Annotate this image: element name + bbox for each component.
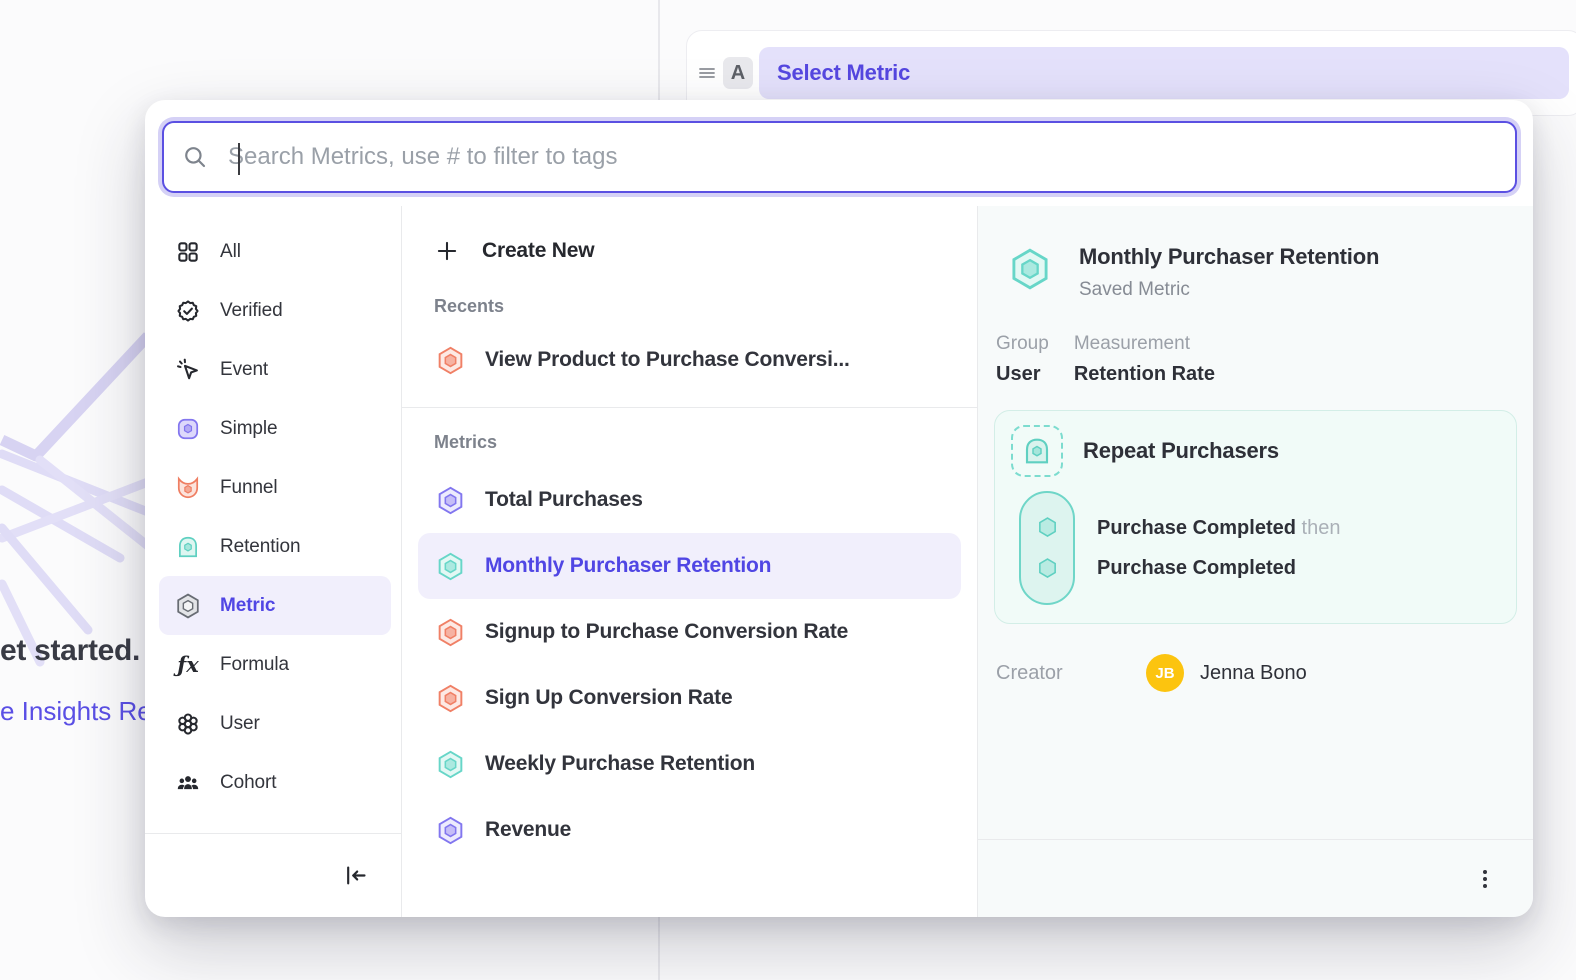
sidebar-item-label: Verified <box>220 300 283 322</box>
metric-item-label: Signup to Purchase Conversion Rate <box>485 620 848 644</box>
step-connector: then <box>1302 517 1341 539</box>
retention-metric-icon <box>435 551 466 582</box>
creator-avatar: JB <box>1146 654 1184 692</box>
sidebar-item-cohort[interactable]: Cohort <box>159 753 391 812</box>
sidebar-item-verified[interactable]: Verified <box>159 281 391 340</box>
metric-item-label: Sign Up Conversion Rate <box>485 686 732 710</box>
search-section <box>145 100 1533 206</box>
recent-item-label: View Product to Purchase Conversi... <box>485 348 850 372</box>
detail-subtitle: Saved Metric <box>1079 279 1379 301</box>
formula-icon: ƒx <box>173 650 203 680</box>
metric-item-monthly-purchaser-retention[interactable]: Monthly Purchaser Retention <box>418 533 961 599</box>
select-metric-label: Select Metric <box>777 60 910 86</box>
metric-detail-panel: Monthly Purchaser Retention Saved Metric… <box>978 206 1533 917</box>
sidebar-item-simple[interactable]: Simple <box>159 399 391 458</box>
metric-item-revenue[interactable]: Revenue <box>418 797 961 863</box>
type-filter-sidebar: All Verified <box>145 206 402 917</box>
search-input[interactable] <box>228 143 1497 171</box>
collapse-panel-icon[interactable] <box>342 862 369 889</box>
detail-title: Monthly Purchaser Retention <box>1079 244 1379 270</box>
sidebar-item-label: Cohort <box>220 772 276 794</box>
definition-step: Purchase Completed <box>1097 557 1340 580</box>
meta-label: Measurement <box>1074 333 1215 355</box>
event-hexagon-icon <box>1034 555 1061 582</box>
retention-metric-icon <box>1007 246 1053 292</box>
kebab-menu-icon[interactable] <box>1473 867 1497 891</box>
metric-item-label: Weekly Purchase Retention <box>485 752 755 776</box>
sidebar-item-label: Formula <box>220 654 289 676</box>
metric-definition-card: Repeat Purchasers Purchase Comp <box>994 410 1517 624</box>
simple-metric-icon <box>173 414 203 444</box>
simple-metric-icon <box>435 485 466 516</box>
event-cursor-icon <box>173 355 203 385</box>
funnel-metric-icon <box>435 617 466 648</box>
sidebar-item-label: Retention <box>220 536 300 558</box>
event-sequence-capsule <box>1019 491 1075 605</box>
metric-item-weekly-purchase-retention[interactable]: Weekly Purchase Retention <box>418 731 961 797</box>
select-metric-button[interactable]: Select Metric <box>759 47 1569 99</box>
metric-item-label: Revenue <box>485 818 571 842</box>
meta-value: Retention Rate <box>1074 363 1215 386</box>
sidebar-item-metric[interactable]: Metric <box>159 576 391 635</box>
definition-step: Purchase Completed then <box>1097 517 1340 540</box>
metric-item-label: Monthly Purchaser Retention <box>485 554 771 578</box>
list-divider <box>402 407 977 408</box>
sidebar-item-event[interactable]: Event <box>159 340 391 399</box>
meta-measurement: Measurement Retention Rate <box>1074 333 1215 386</box>
metrics-section-title: Metrics <box>402 432 977 453</box>
metric-hexagon-icon <box>173 591 203 621</box>
creator-label: Creator <box>996 662 1146 685</box>
sidebar-item-formula[interactable]: ƒx Formula <box>159 635 391 694</box>
sidebar-item-label: User <box>220 713 260 735</box>
metric-item-signup-to-purchase[interactable]: Signup to Purchase Conversion Rate <box>418 599 961 665</box>
sidebar-item-retention[interactable]: Retention <box>159 517 391 576</box>
simple-metric-icon <box>435 815 466 846</box>
meta-group: Group User <box>996 333 1049 386</box>
sidebar-item-label: Funnel <box>220 477 278 499</box>
create-new-button[interactable]: Create New <box>402 220 977 282</box>
plus-icon <box>434 238 460 264</box>
grid-icon <box>173 237 203 267</box>
retention-metric-icon <box>435 749 466 780</box>
search-icon <box>182 144 208 170</box>
create-new-label: Create New <box>482 239 594 263</box>
metric-item-signup-conversion[interactable]: Sign Up Conversion Rate <box>418 665 961 731</box>
funnel-metric-icon <box>435 683 466 714</box>
metric-picker-modal: All Verified <box>145 100 1533 917</box>
funnel-icon <box>173 473 203 503</box>
funnel-metric-icon <box>435 345 466 376</box>
sidebar-item-funnel[interactable]: Funnel <box>159 458 391 517</box>
background-heading-partial: et started. <box>0 634 140 668</box>
retention-icon <box>173 532 203 562</box>
search-bar[interactable] <box>162 121 1517 193</box>
event-hexagon-icon <box>1034 514 1061 541</box>
sidebar-item-all[interactable]: All <box>159 222 391 281</box>
metric-item-total-purchases[interactable]: Total Purchases <box>418 467 961 533</box>
recents-section-title: Recents <box>402 296 977 317</box>
text-caret <box>238 143 240 175</box>
series-label-badge: A <box>723 57 753 89</box>
sidebar-item-user[interactable]: User <box>159 694 391 753</box>
creator-name: Jenna Bono <box>1200 662 1307 685</box>
recent-item[interactable]: View Product to Purchase Conversi... <box>418 327 961 393</box>
drag-handle-icon[interactable] <box>697 63 717 83</box>
retention-definition-icon <box>1011 425 1063 477</box>
cohort-icon <box>173 768 203 798</box>
sidebar-item-label: Simple <box>220 418 277 440</box>
definition-name: Repeat Purchasers <box>1083 438 1279 464</box>
metric-item-label: Total Purchases <box>485 488 643 512</box>
sidebar-item-label: All <box>220 241 241 263</box>
meta-label: Group <box>996 333 1049 355</box>
sidebar-item-label: Metric <box>220 595 275 617</box>
sidebar-item-label: Event <box>220 359 268 381</box>
metric-list: Create New Recents View Product to Purch… <box>402 206 978 917</box>
meta-value: User <box>996 363 1049 386</box>
background-text-region: et started. e Insights Re <box>0 620 146 750</box>
background-link-partial[interactable]: e Insights Re <box>0 696 146 727</box>
user-flower-icon <box>173 709 203 739</box>
verified-badge-icon <box>173 296 203 326</box>
